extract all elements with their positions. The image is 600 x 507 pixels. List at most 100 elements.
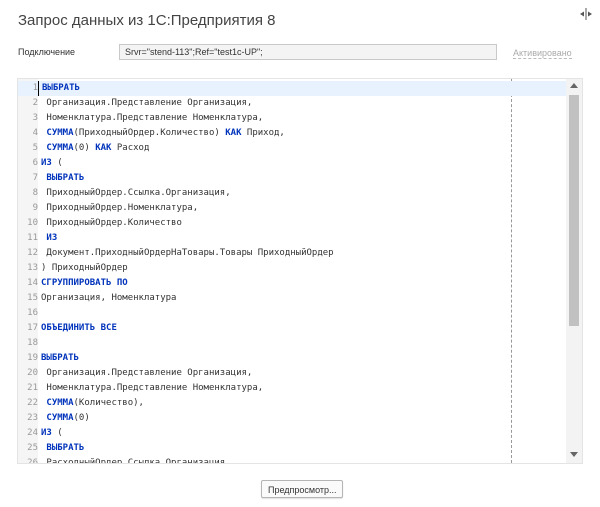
code-text: СУММА(0) КАК Расход	[38, 141, 149, 156]
code-line[interactable]: 7 ВЫБРАТЬ	[18, 171, 566, 186]
code-line[interactable]: 17 ОБЪЕДИНИТЬ ВСЕ	[18, 321, 566, 336]
keyword-token: ВЫБРАТЬ	[46, 443, 85, 453]
code-token: ) ПриходныйОрдер	[41, 263, 128, 273]
vertical-scrollbar[interactable]	[566, 79, 582, 463]
code-token: Расход	[111, 143, 150, 153]
code-token: Организация.Представление Организация,	[41, 98, 253, 108]
line-number: 12	[27, 248, 38, 258]
scroll-down-icon[interactable]	[570, 452, 578, 457]
line-number: 15	[27, 293, 38, 303]
code-text: ВЫБРАТЬ	[38, 351, 79, 366]
code-token: (Количество),	[73, 398, 144, 408]
code-token: ПриходныйОрдер.Количество	[41, 218, 182, 228]
line-number: 7	[32, 173, 38, 183]
query-editor[interactable]: 1 ВЫБРАТЬ 2 Организация.Представление Орга…	[17, 78, 583, 464]
code-text: Организация, Номенклатура	[38, 291, 176, 306]
code-text: РасходныйОрдер.Ссылка.Организация,	[38, 456, 231, 464]
code-token: (ПриходныйОрдер.Количество)	[73, 128, 226, 138]
code-token: Приход,	[241, 128, 285, 138]
line-number: 10	[27, 218, 38, 228]
resize-handle-icon[interactable]	[580, 8, 592, 20]
line-number: 3	[32, 113, 38, 123]
code-token: ПриходныйОрдер.Ссылка.Организация,	[41, 188, 231, 198]
code-text: ПриходныйОрдер.Количество	[38, 216, 182, 231]
code-line[interactable]: 3 Номенклатура.Представление Номенклатур…	[18, 111, 566, 126]
page-title: Запрос данных из 1С:Предприятия 8	[18, 12, 276, 29]
code-line[interactable]: 23 СУММА(0)	[18, 411, 566, 426]
code-text: Документ.ПриходныйОрдерНаТовары.Товары П…	[38, 246, 334, 261]
code-text: ОБЪЕДИНИТЬ ВСЕ	[38, 321, 117, 336]
line-number: 25	[27, 443, 38, 453]
activated-link[interactable]: Активировано	[513, 48, 572, 59]
connection-string-input[interactable]	[119, 44, 497, 60]
keyword-token: ВЫБРАТЬ	[41, 353, 79, 363]
code-text: Организация.Представление Организация,	[38, 366, 252, 381]
code-line[interactable]: 4 СУММА(ПриходныйОрдер.Количество) КАК П…	[18, 126, 566, 141]
line-number: 20	[27, 368, 38, 378]
line-number: 14	[27, 278, 38, 288]
code-token: РасходныйОрдер.Ссылка.Организация,	[41, 458, 231, 464]
line-number: 6	[32, 158, 38, 168]
code-line[interactable]: 21 Номенклатура.Представление Номенклату…	[18, 381, 566, 396]
code-token: (0)	[73, 143, 96, 153]
line-number: 21	[27, 383, 38, 393]
code-text: ПриходныйОрдер.Ссылка.Организация,	[38, 186, 231, 201]
line-number: 19	[27, 353, 38, 363]
code-line[interactable]: 11 ИЗ	[18, 231, 566, 246]
keyword-token: КАК	[225, 128, 242, 138]
code-token: (0)	[73, 413, 90, 423]
code-line[interactable]: 10 ПриходныйОрдер.Количество	[18, 216, 566, 231]
code-line[interactable]: 14 СГРУППИРОВАТЬ ПО	[18, 276, 566, 291]
code-token: Номенклатура.Представление Номенклатура,	[41, 113, 264, 123]
scrollbar-thumb[interactable]	[569, 95, 579, 326]
code-token: Документ.ПриходныйОрдерНаТовары.Товары П…	[41, 248, 334, 258]
code-text: ИЗ	[38, 231, 57, 246]
line-number: 8	[32, 188, 38, 198]
code-text: СГРУППИРОВАТЬ ПО	[38, 276, 128, 291]
keyword-token: ИЗ	[46, 233, 58, 243]
code-text: ИЗ (	[38, 426, 63, 441]
line-number: 16	[27, 308, 38, 318]
keyword-token: ОБЪЕДИНИТЬ ВСЕ	[41, 323, 117, 333]
code-text: ВЫБРАТЬ	[38, 81, 80, 96]
code-token: ПриходныйОрдер.Номенклатура,	[41, 203, 199, 213]
code-line[interactable]: 16	[18, 306, 566, 321]
code-line[interactable]: 22 СУММА(Количество),	[18, 396, 566, 411]
code-line[interactable]: 18	[18, 336, 566, 351]
code-text: ВЫБРАТЬ	[38, 171, 84, 186]
code-line[interactable]: 13) ПриходныйОрдер	[18, 261, 566, 276]
code-token: Организация.Представление Организация,	[41, 368, 253, 378]
line-number: 17	[27, 323, 38, 333]
code-line[interactable]: 24 ИЗ (	[18, 426, 566, 441]
line-number: 9	[32, 203, 38, 213]
code-text: СУММА(0)	[38, 411, 90, 426]
scroll-up-icon[interactable]	[570, 83, 578, 88]
code-text: Номенклатура.Представление Номенклатура,	[38, 111, 263, 126]
code-line[interactable]: 9 ПриходныйОрдер.Номенклатура,	[18, 201, 566, 216]
code-line[interactable]: 15 Организация, Номенклатура	[18, 291, 566, 306]
preview-button[interactable]: Предпросмотр...	[261, 480, 343, 498]
code-line[interactable]: 26 РасходныйОрдер.Ссылка.Организация,	[18, 456, 566, 464]
code-text: Организация.Представление Организация,	[38, 96, 252, 111]
code-line[interactable]: 25 ВЫБРАТЬ	[18, 441, 566, 456]
code-line[interactable]: 1 ВЫБРАТЬ	[18, 81, 566, 96]
code-line[interactable]: 8 ПриходныйОрдер.Ссылка.Организация,	[18, 186, 566, 201]
line-number: 4	[32, 128, 38, 138]
line-number: 23	[27, 413, 38, 423]
code-text: ВЫБРАТЬ	[38, 441, 84, 456]
code-text: Номенклатура.Представление Номенклатура,	[38, 381, 263, 396]
line-number: 5	[32, 143, 38, 153]
code-line[interactable]: 5 СУММА(0) КАК Расход	[18, 141, 566, 156]
code-line[interactable]: 20 Организация.Представление Организация…	[18, 366, 566, 381]
code-line[interactable]: 12 Документ.ПриходныйОрдерНаТовары.Товар…	[18, 246, 566, 261]
keyword-token: СУММА	[46, 398, 74, 408]
code-text: СУММА(ПриходныйОрдер.Количество) КАК При…	[38, 126, 285, 141]
code-line[interactable]: 6 ИЗ (	[18, 156, 566, 171]
keyword-token: ИЗ	[41, 158, 52, 168]
keyword-token: ИЗ	[41, 428, 52, 438]
code-line[interactable]: 2 Организация.Представление Организация,	[18, 96, 566, 111]
line-number: 13	[27, 263, 38, 273]
line-number: 11	[27, 233, 38, 243]
code-line[interactable]: 19 ВЫБРАТЬ	[18, 351, 566, 366]
keyword-token: СГРУППИРОВАТЬ ПО	[41, 278, 128, 288]
